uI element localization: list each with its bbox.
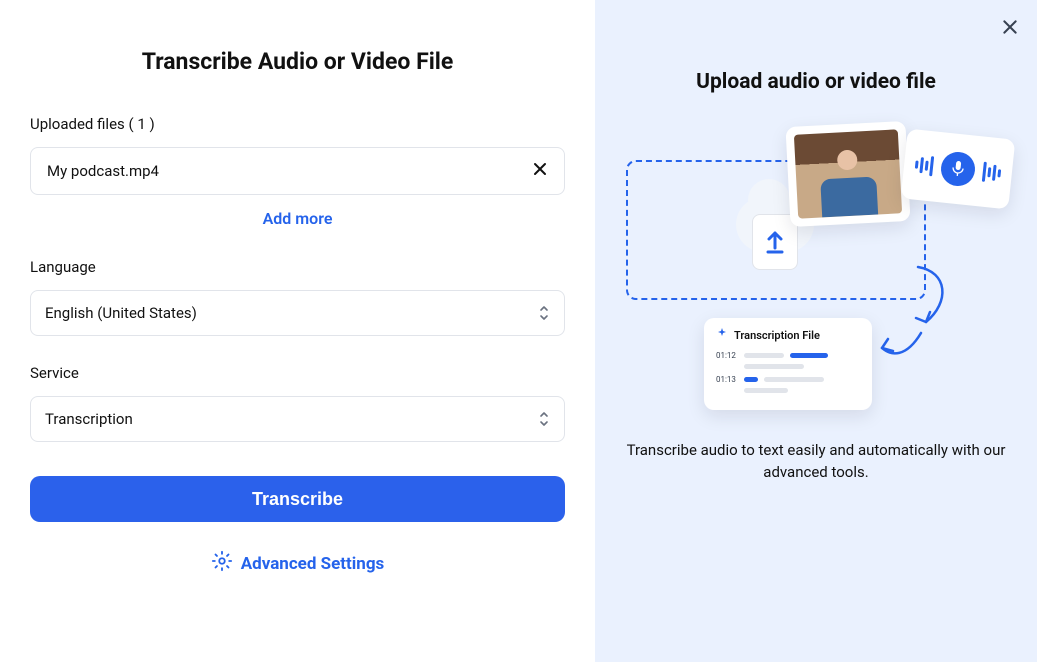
- microphone-icon: [939, 150, 976, 187]
- remove-file-icon[interactable]: [532, 161, 548, 181]
- transcription-card-illustration: Transcription File 01:12 01:13: [704, 318, 872, 410]
- upload-illustration: Transcription File 01:12 01:13: [626, 122, 1006, 422]
- audio-wave-illustration: [901, 129, 1016, 210]
- timestamp-label: 01:12: [716, 351, 738, 360]
- service-label: Service: [30, 364, 565, 382]
- info-description: Transcribe audio to text easily and auto…: [626, 440, 1006, 484]
- language-select[interactable]: English (United States): [30, 290, 565, 336]
- uploaded-file-name: My podcast.mp4: [47, 162, 159, 180]
- chevron-up-down-icon: [538, 304, 550, 322]
- uploaded-files-label: Uploaded files ( 1 ): [30, 115, 565, 133]
- arrow-icon: [908, 262, 958, 332]
- uploaded-file-row: My podcast.mp4: [30, 147, 565, 195]
- gear-icon: [211, 550, 233, 577]
- language-value: English (United States): [45, 304, 197, 322]
- page-title: Transcribe Audio or Video File: [30, 48, 565, 75]
- info-pane: Upload audio or video file: [595, 0, 1037, 662]
- timestamp-label: 01:13: [716, 375, 738, 384]
- service-value: Transcription: [45, 410, 133, 428]
- transcription-card-title: Transcription File: [734, 329, 820, 342]
- chevron-up-down-icon: [538, 410, 550, 428]
- close-icon[interactable]: [1001, 18, 1019, 40]
- service-select[interactable]: Transcription: [30, 396, 565, 442]
- arrow-icon: [876, 328, 926, 368]
- add-more-button[interactable]: Add more: [30, 209, 565, 228]
- video-thumbnail-illustration: [785, 121, 910, 227]
- sparkle-icon: [716, 328, 728, 343]
- transcribe-button[interactable]: Transcribe: [30, 476, 565, 522]
- language-label: Language: [30, 258, 565, 276]
- advanced-settings-button[interactable]: Advanced Settings: [30, 550, 565, 577]
- form-pane: Transcribe Audio or Video File Uploaded …: [0, 0, 595, 662]
- advanced-settings-label: Advanced Settings: [241, 554, 385, 574]
- info-title: Upload audio or video file: [696, 70, 936, 94]
